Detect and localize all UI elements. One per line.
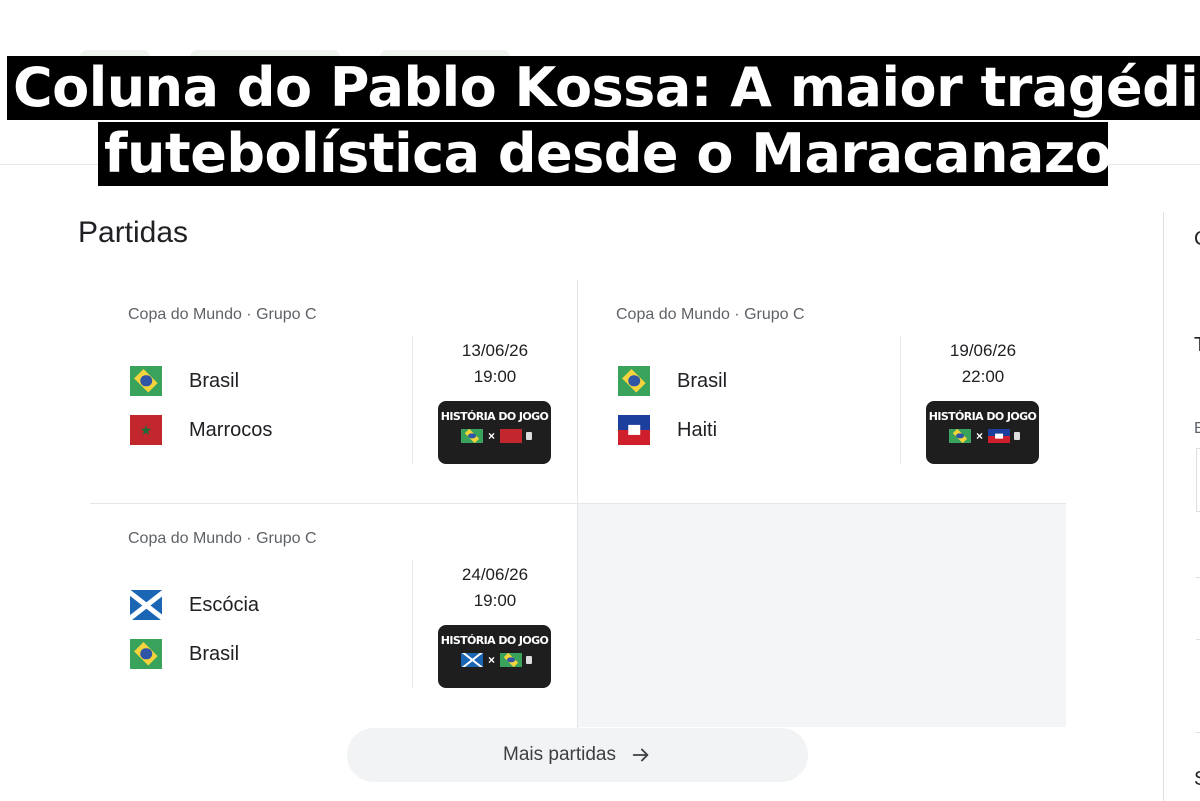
brazil-flag-icon (130, 366, 162, 396)
cup-icon (526, 432, 533, 440)
match-time: 19:00 (473, 367, 517, 386)
video-title: HISTÓRIA DO JOGO (440, 410, 549, 423)
right-column-box (1196, 448, 1200, 512)
video-title: HISTÓRIA DO JOGO (928, 410, 1037, 423)
haiti-flag-icon (618, 415, 650, 445)
haiti-flag-icon (988, 429, 1011, 443)
brazil-flag-icon (500, 653, 523, 667)
match-date: 13/06/26 (461, 341, 529, 360)
match-time: 19:00 (473, 591, 517, 610)
cup-icon (1014, 432, 1021, 440)
right-column-line (1196, 577, 1200, 578)
team-name: Haiti (677, 418, 718, 441)
team-name: Escócia (189, 593, 260, 616)
competition-label: Copa do Mundo · Grupo C (128, 306, 317, 323)
section-title: Partidas (78, 216, 189, 249)
match-datetime: 13/06/26 19:00 (438, 338, 552, 390)
headline-line-2: futebolística desde o Maracanazo (98, 122, 1112, 186)
team-row[interactable]: Brasil (130, 366, 239, 396)
video-matchup: × (461, 653, 533, 667)
match-datetime: 19/06/26 22:00 (926, 338, 1040, 390)
match-date: 24/06/26 (461, 565, 529, 584)
team-row[interactable]: Brasil (618, 366, 727, 396)
video-matchup: × (949, 429, 1021, 443)
cup-icon (526, 656, 533, 664)
team-row[interactable]: Haiti (618, 415, 717, 445)
morocco-flag-icon (500, 429, 523, 443)
right-column-fragment: C (1194, 228, 1200, 251)
brazil-flag-icon (461, 429, 483, 443)
team-row[interactable]: Escócia (130, 590, 259, 620)
match-card[interactable]: Copa do Mundo · Grupo C Brasil Haiti 19/… (578, 280, 1066, 504)
right-column-line (1196, 639, 1200, 640)
scotland-flag-icon (130, 590, 162, 620)
more-matches-label: Mais partidas (503, 744, 616, 765)
video-thumbnail[interactable]: HISTÓRIA DO JOGO × (438, 401, 551, 464)
competition-label: Copa do Mundo · Grupo C (616, 306, 805, 323)
brazil-flag-icon (130, 639, 162, 669)
matches-grid: Copa do Mundo · Grupo C Brasil ★ Marroco… (90, 280, 1066, 728)
match-datetime: 24/06/26 19:00 (438, 562, 552, 614)
empty-grid-cell (578, 504, 1066, 727)
headline-line-1: Coluna do Pablo Kossa: A maior tragédia (7, 56, 1200, 120)
arrow-right-icon (632, 748, 649, 762)
right-column-fragment: E (1194, 420, 1200, 437)
brazil-flag-icon (618, 366, 650, 396)
video-title: HISTÓRIA DO JOGO (440, 634, 549, 647)
divider (412, 336, 413, 464)
divider (900, 336, 901, 464)
team-row[interactable]: Brasil (130, 639, 239, 669)
right-column-line (1196, 732, 1200, 733)
right-column-fragment: T (1194, 334, 1200, 357)
video-thumbnail[interactable]: HISTÓRIA DO JOGO × (438, 625, 551, 688)
match-card[interactable]: Copa do Mundo · Grupo C Escócia Brasil 2… (90, 504, 578, 728)
column-divider (1163, 212, 1164, 801)
team-name: Brasil (189, 369, 240, 392)
team-name: Marrocos (189, 418, 273, 441)
versus-symbol: × (488, 653, 496, 667)
video-matchup: × (461, 429, 533, 443)
match-date: 19/06/26 (949, 341, 1017, 360)
scotland-flag-icon (461, 653, 483, 667)
morocco-flag-icon: ★ (130, 415, 162, 445)
right-column-fragment: S (1194, 768, 1200, 791)
versus-symbol: × (488, 429, 496, 443)
team-name: Brasil (189, 642, 240, 665)
more-matches-button[interactable]: Mais partidas (347, 728, 808, 782)
team-row[interactable]: ★ Marrocos (130, 415, 272, 445)
video-thumbnail[interactable]: HISTÓRIA DO JOGO × (926, 401, 1039, 464)
versus-symbol: × (976, 429, 984, 443)
team-name: Brasil (677, 369, 728, 392)
match-card[interactable]: Copa do Mundo · Grupo C Brasil ★ Marroco… (90, 280, 578, 504)
competition-label: Copa do Mundo · Grupo C (128, 530, 317, 547)
brazil-flag-icon (949, 429, 971, 443)
match-time: 22:00 (961, 367, 1005, 386)
divider (412, 560, 413, 688)
